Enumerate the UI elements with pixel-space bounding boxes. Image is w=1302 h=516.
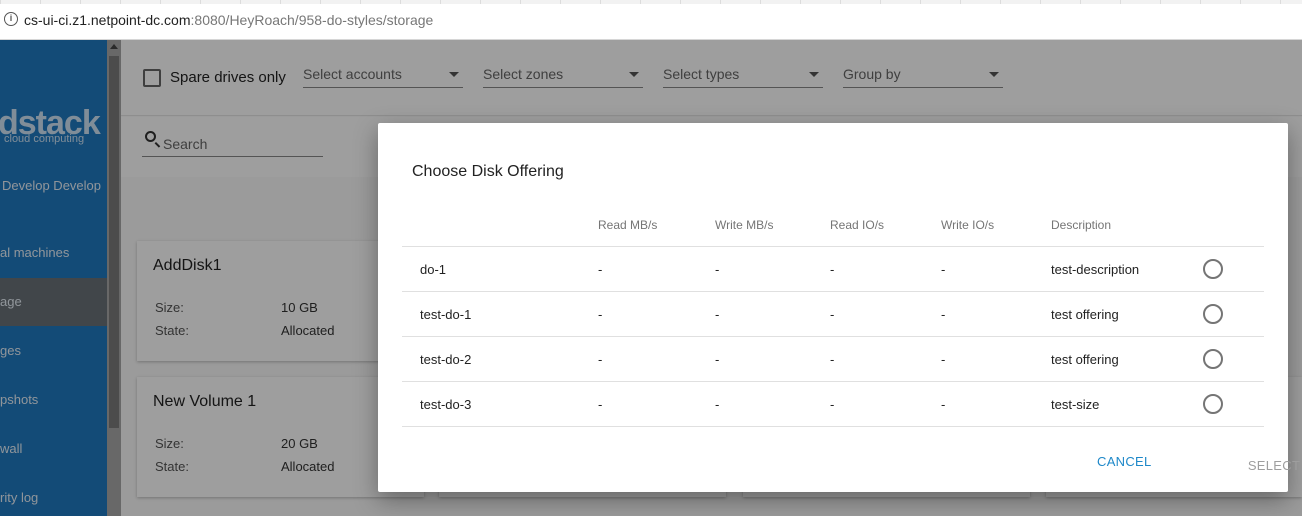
table-row[interactable]: test-do-1 - - - - test offering xyxy=(402,292,1264,337)
offering-table: Read MB/s Write MB/s Read IO/s Write IO/… xyxy=(402,203,1264,427)
select-radio[interactable] xyxy=(1203,304,1223,324)
table-header: Read MB/s Write MB/s Read IO/s Write IO/… xyxy=(402,203,1264,247)
disk-offering-dialog: Choose Disk Offering Read MB/s Write MB/… xyxy=(378,123,1300,492)
write-ios: - xyxy=(941,306,946,322)
read-mbs: - xyxy=(598,351,603,367)
url-host: cs-ui-ci.z1.netpoint-dc.com xyxy=(24,12,191,28)
url-path: :8080/HeyRoach/958-do-styles/storage xyxy=(190,12,434,28)
browser-address-bar[interactable]: i cs-ui-ci.z1.netpoint-dc.com:8080/HeyRo… xyxy=(0,0,1302,40)
select-radio[interactable] xyxy=(1203,349,1223,369)
table-row[interactable]: test-do-3 - - - - test-size xyxy=(402,382,1264,427)
col-write-ios: Write IO/s xyxy=(941,217,995,232)
select-button[interactable]: SELECT xyxy=(1194,454,1302,476)
browser-tab-strip xyxy=(0,0,1302,4)
read-ios: - xyxy=(830,351,835,367)
col-read-mbs: Read MB/s xyxy=(598,217,658,232)
read-ios: - xyxy=(830,261,835,277)
read-mbs: - xyxy=(598,396,603,412)
read-ios: - xyxy=(830,306,835,322)
read-ios: - xyxy=(830,396,835,412)
offering-name: do-1 xyxy=(420,261,447,277)
write-mbs: - xyxy=(715,396,720,412)
col-read-ios: Read IO/s xyxy=(830,217,885,232)
offering-name: test-do-3 xyxy=(420,396,472,412)
select-radio[interactable] xyxy=(1203,394,1223,414)
description: test-description xyxy=(1051,261,1140,277)
description: test-size xyxy=(1051,396,1100,412)
write-mbs: - xyxy=(715,261,720,277)
offering-name: test-do-2 xyxy=(420,351,472,367)
dialog-title: Choose Disk Offering xyxy=(412,163,564,180)
read-mbs: - xyxy=(598,306,603,322)
description: test offering xyxy=(1051,351,1119,367)
write-mbs: - xyxy=(715,351,720,367)
read-mbs: - xyxy=(598,261,603,277)
write-ios: - xyxy=(941,351,946,367)
write-mbs: - xyxy=(715,306,720,322)
table-row[interactable]: do-1 - - - - test-description xyxy=(402,247,1264,292)
select-radio[interactable] xyxy=(1203,259,1223,279)
description: test offering xyxy=(1051,306,1119,322)
write-ios: - xyxy=(941,396,946,412)
col-write-mbs: Write MB/s xyxy=(715,217,774,232)
cancel-button[interactable]: CANCEL xyxy=(1097,454,1152,469)
url-text[interactable]: cs-ui-ci.z1.netpoint-dc.com:8080/HeyRoac… xyxy=(24,12,433,28)
table-row[interactable]: test-do-2 - - - - test offering xyxy=(402,337,1264,382)
write-ios: - xyxy=(941,261,946,277)
info-icon[interactable]: i xyxy=(4,12,18,26)
col-description: Description xyxy=(1051,217,1112,232)
offering-name: test-do-1 xyxy=(420,306,472,322)
